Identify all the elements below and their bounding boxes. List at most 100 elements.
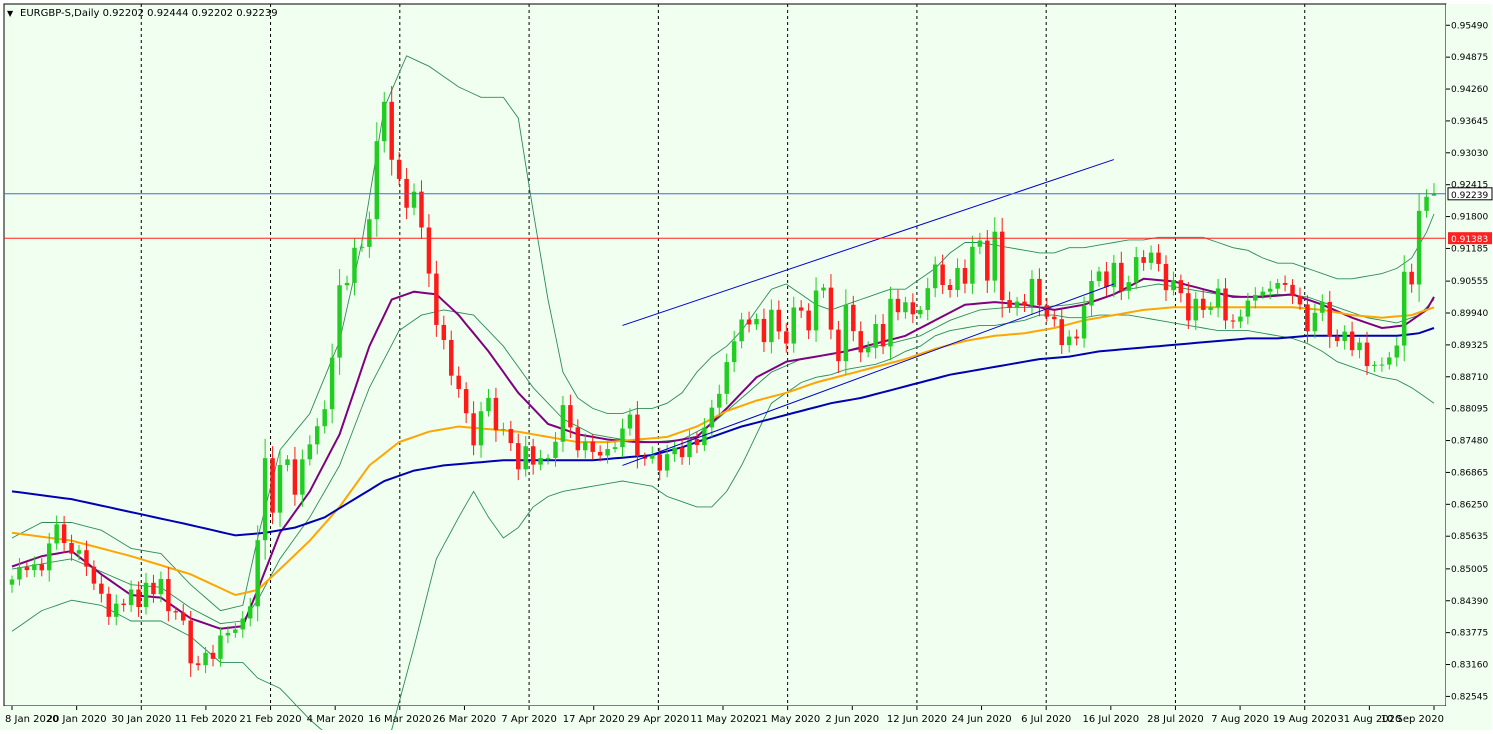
x-tick-label: 21 May 2020: [755, 714, 820, 725]
candle-bear: [880, 323, 886, 347]
candle-bull: [501, 429, 506, 431]
candle-bear: [1186, 293, 1191, 321]
candle-bear: [895, 298, 901, 313]
candle-bear: [590, 441, 595, 452]
candle-bull: [248, 606, 253, 619]
candle-bear: [798, 307, 804, 311]
candle-bear: [389, 101, 394, 160]
candle-bull: [367, 219, 372, 247]
candle-bear: [516, 443, 521, 470]
candle-bear: [851, 304, 856, 332]
candle-bull: [709, 407, 715, 428]
candle-bull: [1394, 345, 1400, 358]
candle-bull: [888, 298, 893, 347]
candle-bull: [739, 319, 744, 342]
y-tick-label: 0.93645: [1451, 117, 1488, 127]
price-chart[interactable]: 0.922390.91383 0.954900.948750.942600.93…: [0, 0, 1493, 734]
x-tick-label: 12 Jun 2020: [887, 714, 947, 725]
candle-bear: [1364, 342, 1370, 367]
candle-bull: [218, 635, 223, 659]
candle-bull: [374, 141, 380, 220]
candle-bear: [1052, 316, 1057, 320]
candle-bull: [255, 540, 260, 607]
candle-bear: [1297, 295, 1303, 305]
candle-bear: [947, 285, 953, 290]
candle-bear: [1349, 331, 1355, 351]
candle-bull: [970, 246, 975, 284]
x-tick-label: 7 Apr 2020: [501, 714, 556, 725]
candle-bull: [240, 618, 246, 630]
candle-bear: [151, 582, 156, 595]
dropdown-triangle-icon[interactable]: ▼: [7, 9, 14, 18]
candle-bull: [731, 341, 737, 363]
candle-bear: [828, 287, 834, 330]
candle-bear: [1022, 301, 1027, 306]
candle-bear: [940, 264, 945, 286]
candle-bull: [1215, 288, 1221, 308]
candle-bear: [24, 567, 30, 571]
candle-bull: [1342, 331, 1347, 341]
candle-bear: [1178, 280, 1184, 294]
y-tick-label: 0.93030: [1451, 149, 1488, 159]
candle-bear: [508, 429, 514, 444]
candle-bull: [873, 323, 878, 348]
candle-bull: [903, 302, 908, 313]
candle-bear: [166, 579, 171, 612]
candle-bull: [724, 362, 729, 394]
candle-bear: [270, 458, 275, 513]
candle-bull: [1133, 257, 1139, 283]
candle-bull: [1379, 364, 1385, 366]
candle-bear: [181, 612, 186, 621]
y-tick-label: 0.83775: [1451, 629, 1488, 639]
candle-bull: [1171, 280, 1176, 291]
candle-bear: [1074, 336, 1079, 339]
candle-bull: [620, 428, 625, 448]
candle-bear: [419, 191, 424, 228]
y-tick-label: 0.87480: [1451, 437, 1488, 447]
candle-bear: [441, 324, 447, 341]
candle-bull: [1238, 316, 1243, 322]
symbol-header: EURGBP-S,Daily 0.92202 0.92444 0.92202 0…: [20, 8, 278, 19]
candle-bear: [597, 451, 603, 456]
candle-bear: [426, 227, 432, 274]
candle-bull: [322, 409, 327, 427]
candle-bull: [382, 101, 387, 142]
candle-bull: [627, 414, 633, 429]
candle-bull: [813, 290, 819, 331]
candle-bull: [76, 550, 82, 554]
candle-bull: [1387, 357, 1392, 365]
candle-bear: [1007, 300, 1012, 308]
candle-bear: [463, 389, 469, 414]
candle-bull: [1320, 301, 1325, 313]
candle-bear: [858, 331, 863, 353]
candle-bear: [568, 405, 573, 428]
candle-bear: [1059, 319, 1064, 346]
candle-bear: [694, 438, 700, 446]
candle-bear: [471, 413, 476, 446]
candle-bull: [1245, 300, 1251, 317]
candle-bull: [285, 459, 290, 466]
candle-bull: [612, 447, 618, 449]
x-tick-label: 7 Aug 2020: [1211, 714, 1269, 725]
candle-bull: [9, 579, 15, 585]
candle-bear: [784, 331, 789, 344]
candle-bear: [910, 302, 916, 315]
candle-bull: [560, 405, 566, 442]
candle-bull: [1096, 271, 1102, 282]
y-tick-label: 0.91185: [1451, 244, 1488, 254]
candle-bull: [1253, 294, 1258, 301]
candle-bull: [300, 459, 305, 495]
y-tick-label: 0.89940: [1451, 309, 1488, 319]
candle-bull: [315, 426, 320, 445]
candle-bull: [717, 393, 722, 408]
x-tick-label: 4 Mar 2020: [307, 714, 364, 725]
candle-bull: [1312, 312, 1318, 332]
candle-bull: [262, 458, 268, 541]
candle-bull: [478, 411, 484, 446]
x-tick-label: 2 Jun 2020: [825, 714, 879, 725]
x-tick-label: 24 Jun 2020: [951, 714, 1011, 725]
candle-bull: [791, 307, 796, 344]
x-tick-label: 6 Jul 2020: [1021, 714, 1071, 725]
x-tick-label: 17 Apr 2020: [563, 714, 625, 725]
candle-bull: [1372, 364, 1377, 367]
